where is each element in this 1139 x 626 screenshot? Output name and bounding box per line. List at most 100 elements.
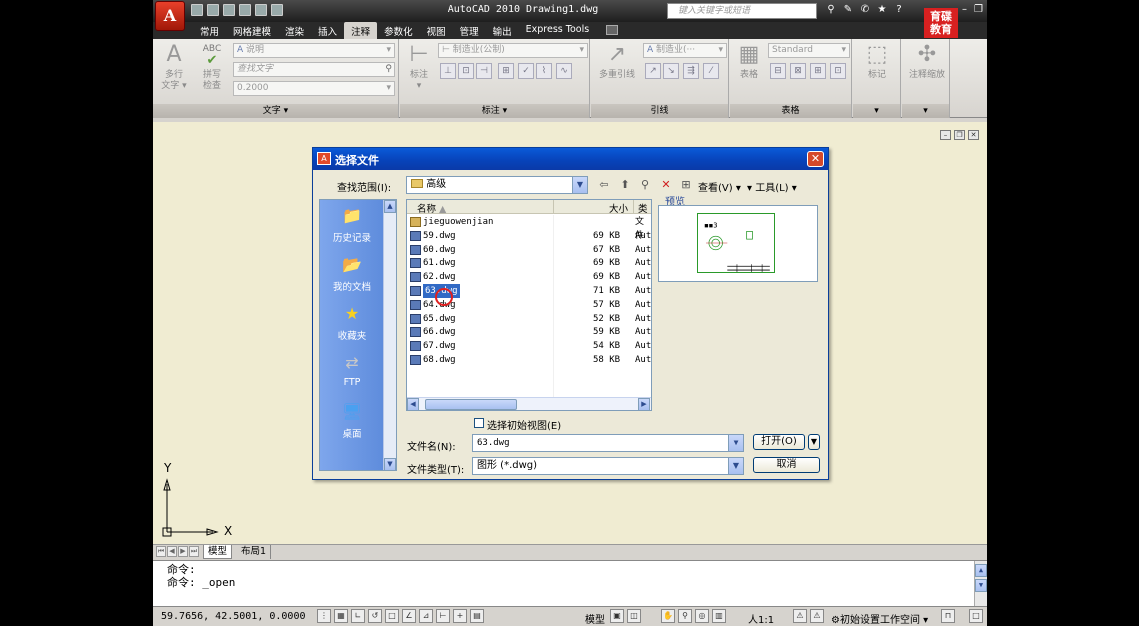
open-options-dropdown[interactable]: ▼ [808,434,820,450]
dim-jog-icon[interactable]: ⌇ [536,63,552,79]
table-extract-icon[interactable]: ⊟ [770,63,786,79]
text-group-title[interactable]: 文字 ▾ [153,104,398,118]
command-line[interactable]: 命令: 命令: _open ▲ ▼ [153,560,987,607]
ribbon-tab[interactable]: 输出 [486,22,519,39]
scroll-down-icon[interactable]: ▼ [975,579,987,592]
ribbon-tab[interactable]: 视图 [420,22,453,39]
dimension-group-title[interactable]: 标注 ▾ [400,104,589,118]
dim-inspect-icon[interactable]: ✓ [518,63,534,79]
text-style-select[interactable]: A 说明 ▾ [233,43,395,58]
redo-icon[interactable] [255,4,267,16]
lock-icon[interactable]: ⊓ [941,609,955,623]
file-list-hscrollbar[interactable]: ◀ ▶ [407,397,651,410]
file-row[interactable]: 59.dwg 69 KB Aut [407,229,651,243]
chevron-down-icon[interactable]: ▼ [728,458,743,474]
new-folder-icon[interactable]: ⊞ [678,177,694,193]
dimension-style-select[interactable]: ⊢ 制造业(公制) ▾ [438,43,588,58]
scroll-right-icon[interactable]: ▶ [638,398,650,410]
lineweight-icon[interactable]: + [453,609,467,623]
help-search-input[interactable]: 键入关键字或短语 [667,3,817,19]
layout-view-icon[interactable]: ▣ [610,609,624,623]
spell-check-button[interactable]: ABC ✔ 拼写 检查 [195,43,229,92]
tab-layout1[interactable]: 布局1 [237,545,272,559]
quick-properties-icon[interactable]: ▤ [470,609,484,623]
table-upload-icon[interactable]: ⊡ [830,63,846,79]
add-leader-icon[interactable]: ↗ [645,63,661,79]
help-icon[interactable]: ? [893,4,905,16]
dim-space-icon[interactable]: ⊡ [458,63,474,79]
place-2[interactable]: 📂 我的文档 [320,254,384,293]
place-5[interactable]: 🖥 桌面 [320,401,384,440]
scroll-thumb[interactable] [425,399,517,410]
tab-model[interactable]: 模型 [203,545,233,559]
restore-icon[interactable]: ❐ [973,4,984,16]
scroll-down-icon[interactable]: ▼ [384,458,396,470]
last-layout-icon[interactable]: ⏭ [189,546,199,557]
file-row[interactable]: 65.dwg 52 KB Aut [407,312,651,326]
tools-menu[interactable]: ▾ 工具(L) ▾ [747,179,797,194]
file-list[interactable]: 名称 ▲ 大小 类 jieguowenjian 文件 59.dwg 69 KB Aut 6… [406,199,652,411]
annotation-scale-select[interactable]: 人1:1 [748,611,774,626]
table-group-title[interactable]: 表格 [730,104,851,118]
restore-icon[interactable]: ❐ [954,130,965,140]
grid-display-icon[interactable]: ▦ [334,609,348,623]
open-button[interactable]: 打开(O) [753,434,805,450]
back-arrow-icon[interactable]: ⇦ [596,177,612,193]
collect-leader-icon[interactable]: ⁄ [703,63,719,79]
ribbon-tab[interactable]: 网格建模 [226,22,278,39]
scroll-up-icon[interactable]: ▲ [975,564,987,577]
dimension-button[interactable]: ⊢ 标注 ▾ [402,43,436,92]
subscription-icon[interactable]: ✎ [842,4,854,16]
first-layout-icon[interactable]: ⏮ [156,546,166,557]
polar-tracking-icon[interactable]: ↺ [368,609,382,623]
close-icon[interactable]: ✕ [968,130,979,140]
place-4[interactable]: ⇄ FTP [320,352,384,388]
table-style-select[interactable]: Standard ▾ [768,43,850,58]
scroll-up-icon[interactable]: ▲ [384,200,396,213]
file-row[interactable]: 61.dwg 69 KB Aut [407,256,651,270]
dim-continue-icon[interactable]: ⊥ [440,63,456,79]
minimize-icon[interactable]: – [959,4,970,16]
column-type[interactable]: 类 [638,201,648,215]
column-size[interactable]: 大小 [609,201,628,215]
minimize-icon[interactable]: – [940,130,951,140]
ribbon-tab[interactable]: 注释 [344,22,378,39]
markup-group-expand[interactable]: ▾ [853,104,900,118]
ribbon-tab[interactable]: 常用 [193,22,226,39]
ribbon-tab[interactable]: 插入 [311,22,344,39]
ribbon-tab[interactable]: 参数化 [377,22,420,39]
pan-icon[interactable]: ✋ [661,609,675,623]
ortho-mode-icon[interactable]: ∟ [351,609,365,623]
communication-icon[interactable]: ✆ [859,4,871,16]
filetype-select[interactable]: 图形 (*.dwg) ▼ [472,457,744,475]
zoom-icon[interactable]: ⚲ [678,609,692,623]
prev-layout-icon[interactable]: ◀ [167,546,177,557]
file-row[interactable]: 66.dwg 59 KB Aut [407,325,651,339]
cancel-button[interactable]: 取消 [753,457,820,473]
open-file-icon[interactable] [207,4,219,16]
auto-scale-icon[interactable]: ⚠ [810,609,824,623]
object-snap-tracking-icon[interactable]: ∠ [402,609,416,623]
column-name[interactable]: 名称 ▲ [417,201,446,215]
place-3[interactable]: ★ 收藏夹 [320,303,384,342]
place-1[interactable]: 📁 历史记录 [320,205,384,244]
dim-break-icon[interactable]: ⊣ [476,63,492,79]
application-menu-button[interactable]: A [155,1,185,31]
initial-view-checkbox[interactable] [474,418,484,428]
snap-mode-icon[interactable]: ⋮ [317,609,331,623]
align-leader-icon[interactable]: ⇶ [683,63,699,79]
up-folder-icon[interactable]: ⬆ [617,177,633,193]
object-snap-icon[interactable]: □ [385,609,399,623]
text-height-select[interactable]: 0.2000 ▾ [233,81,395,96]
ribbon-tab[interactable]: 管理 [453,22,486,39]
multiline-text-button[interactable]: A 多行 文字 ▾ [157,43,191,92]
showmotion-icon[interactable]: ▥ [712,609,726,623]
undo-icon[interactable] [239,4,251,16]
delete-icon[interactable]: ✕ [658,177,674,193]
table-download-icon[interactable]: ⊞ [810,63,826,79]
table-link-icon[interactable]: ⊠ [790,63,806,79]
markup-button[interactable]: ⬚ 标记 [860,43,894,81]
dialog-close-button[interactable]: ✕ [807,151,824,167]
coordinates-readout[interactable]: 59.7656, 42.5001, 0.0000 [161,611,306,622]
table-button[interactable]: ▦ 表格 [732,43,766,81]
